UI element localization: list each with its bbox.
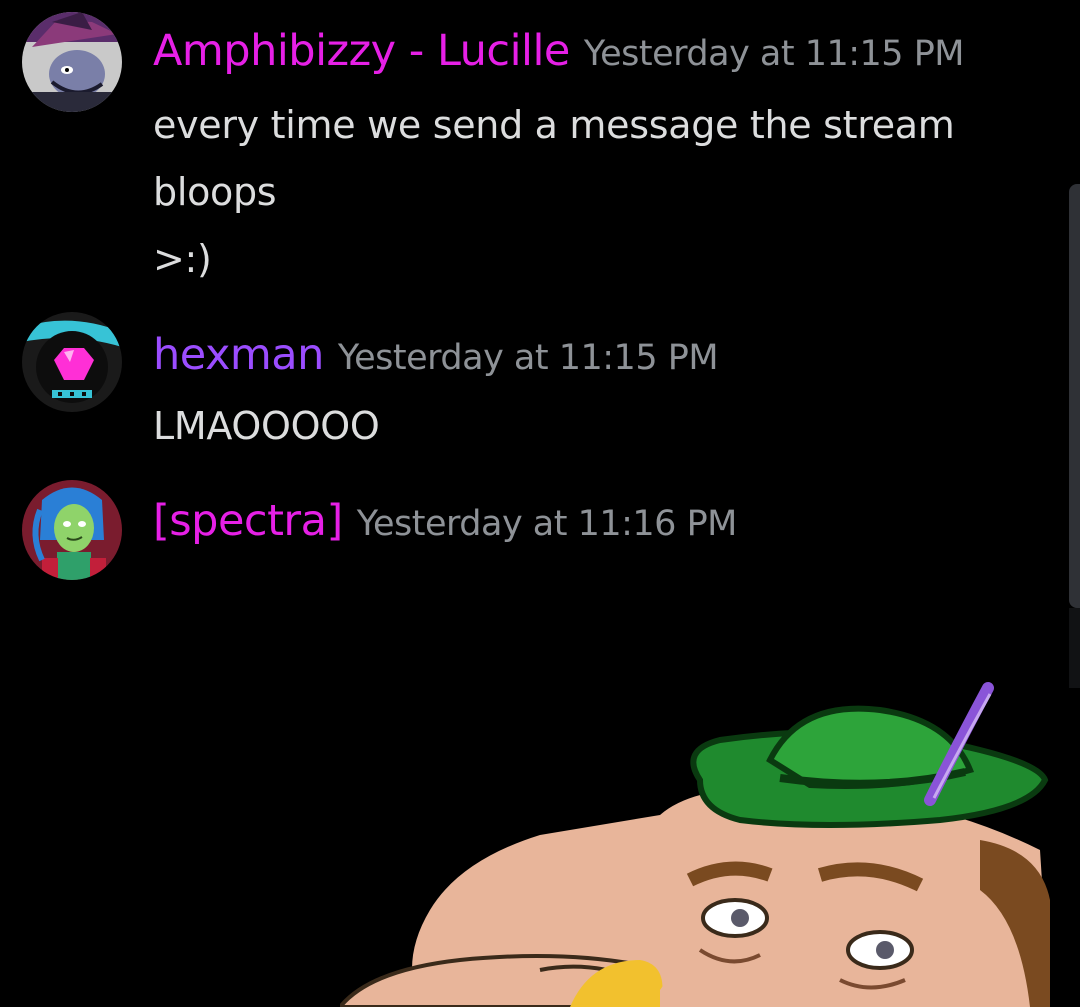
avatar[interactable]	[22, 12, 122, 112]
message-line: >:)	[153, 237, 212, 281]
sticker-image[interactable]	[337, 660, 1060, 1007]
green-haired-character-avatar-icon	[22, 480, 122, 580]
message-body: LMAOOOOO	[153, 393, 380, 460]
timestamp: Yesterday at 11:15 PM	[337, 338, 719, 378]
chat-screen: Amphibizzy - Lucille Yesterday at 11:15 P…	[0, 0, 1080, 1007]
witch-hat-character-avatar-icon	[22, 12, 122, 112]
pixel-art-man-with-green-feathered-hat-icon	[337, 682, 1050, 1007]
message-line: every time we send a message the stream	[153, 103, 955, 147]
message-header: Amphibizzy - Lucille Yesterday at 11:15 P…	[153, 26, 965, 76]
message-body: every time we send a message the stream …	[153, 92, 955, 293]
username[interactable]: Amphibizzy - Lucille	[153, 26, 570, 76]
pink-gem-character-avatar-icon	[22, 312, 122, 412]
message-line: LMAOOOOO	[153, 404, 380, 448]
avatar[interactable]	[22, 312, 122, 412]
message-header: hexman Yesterday at 11:15 PM	[153, 330, 719, 380]
username[interactable]: hexman	[153, 330, 324, 380]
timestamp: Yesterday at 11:16 PM	[356, 504, 738, 544]
username[interactable]: [spectra]	[153, 496, 343, 546]
scrollbar-thumb[interactable]	[1069, 184, 1080, 608]
avatar[interactable]	[22, 480, 122, 580]
message-line: bloops	[153, 170, 277, 214]
timestamp: Yesterday at 11:15 PM	[583, 34, 965, 74]
scrollbar-track[interactable]	[1069, 608, 1080, 688]
message-header: [spectra] Yesterday at 11:16 PM	[153, 496, 737, 546]
